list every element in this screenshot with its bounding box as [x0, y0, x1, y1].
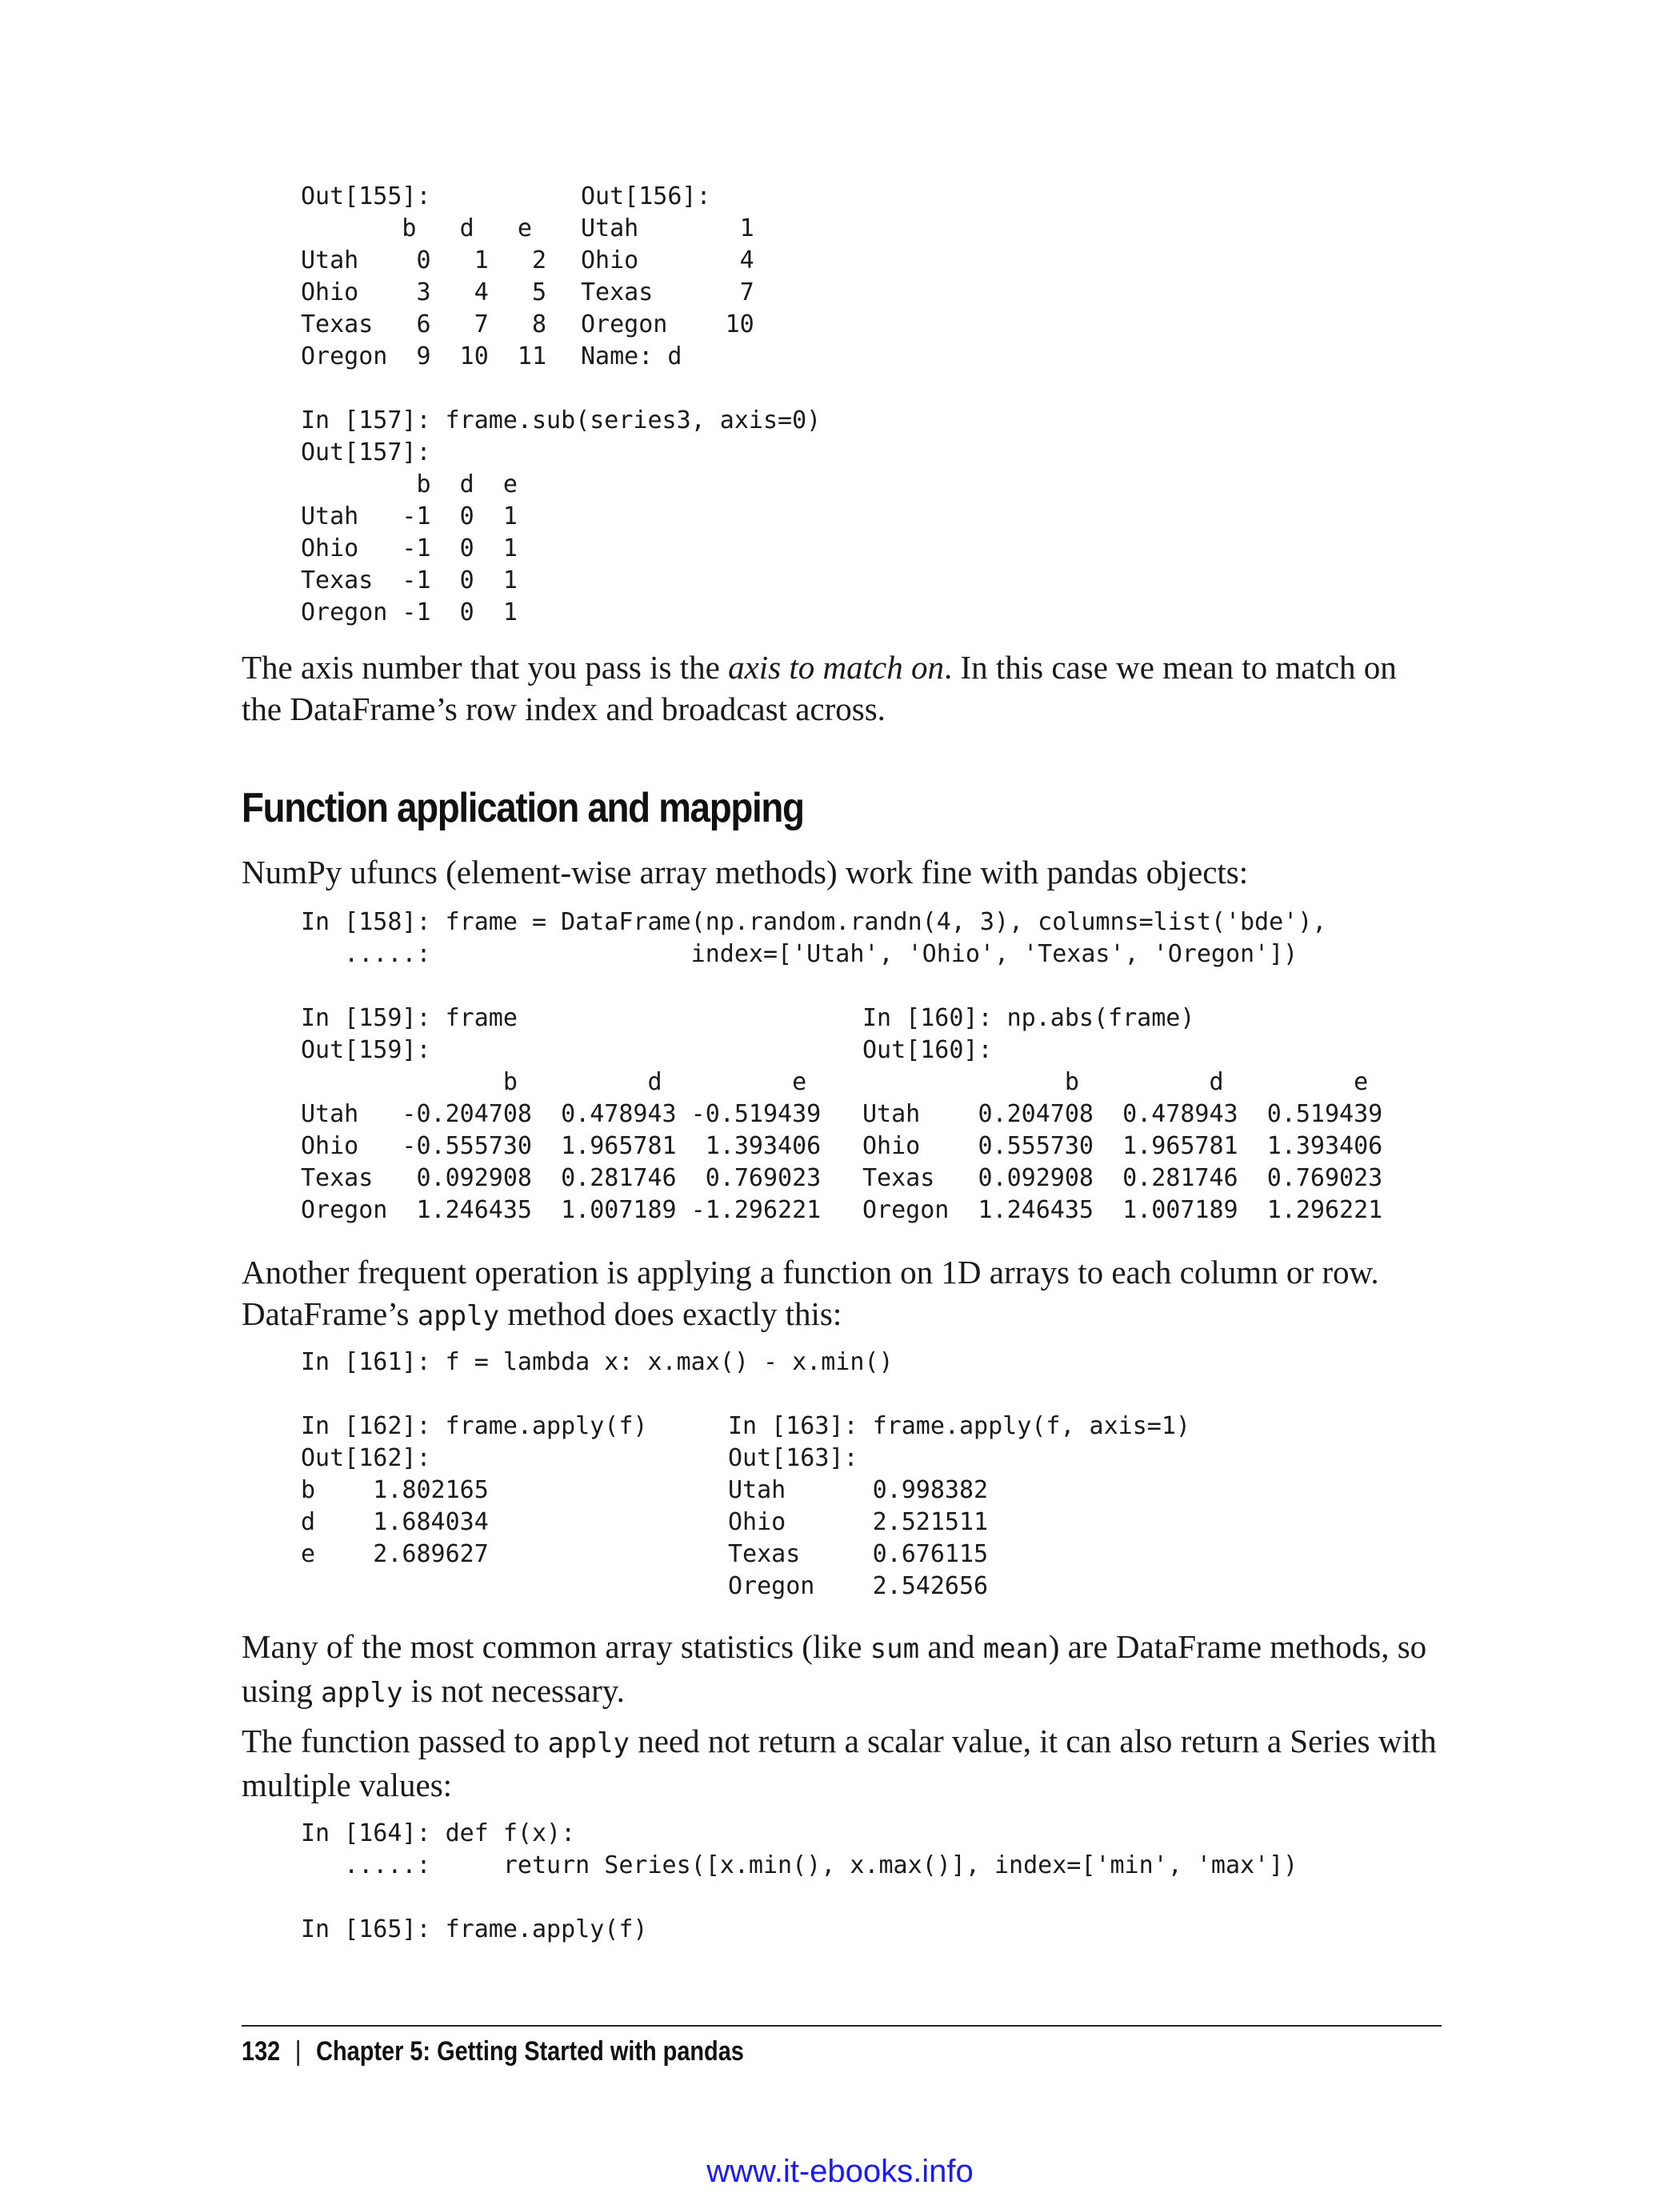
footer-separator: | — [294, 2036, 302, 2067]
paragraph-array-statistics: Many of the most common array statistics… — [242, 1628, 1427, 1709]
watermark-link[interactable]: www.it-ebooks.info — [0, 2154, 1680, 2190]
code-in-161: In [161]: f = lambda x: x.max() - x.min(… — [301, 1348, 894, 1376]
page-number: 132 — [242, 2036, 281, 2067]
page-footer: 132 | Chapter 5: Getting Started with pand… — [242, 2036, 744, 2067]
chapter-title: Chapter 5: Getting Started with pandas — [316, 2036, 744, 2067]
code-in-158: In [158]: frame = DataFrame(np.random.ra… — [301, 908, 1327, 968]
code-in-163: In [163]: frame.apply(f, axis=1) Out[163… — [728, 1412, 1190, 1600]
code-in-164: In [164]: def f(x): .....: return Series… — [301, 1819, 1298, 1879]
section-heading: Function application and mapping — [242, 785, 805, 831]
code-in-162: In [162]: frame.apply(f) Out[162]: b 1.8… — [301, 1412, 648, 1568]
paragraph-numpy-ufuncs: NumPy ufuncs (element-wise array methods… — [242, 854, 1249, 890]
code-in-157: In [157]: frame.sub(series3, axis=0) Out… — [301, 406, 822, 626]
paragraph-apply-return-series: The function passed to apply need not re… — [242, 1723, 1437, 1803]
code-in-160: In [160]: np.abs(frame) Out[160]: b d e … — [862, 1004, 1383, 1224]
paragraph-apply-intro: Another frequent operation is applying a… — [242, 1254, 1379, 1332]
footer-rule — [242, 2025, 1442, 2027]
code-in-159: In [159]: frame Out[159]: b d e Utah -0.… — [301, 1004, 822, 1224]
code-out-155: Out[155]: b d e Utah 0 1 2 Ohio 3 4 5 Te… — [301, 182, 547, 370]
code-out-156: Out[156]: Utah 1 Ohio 4 Texas 7 Oregon 1… — [581, 182, 754, 370]
code-in-165: In [165]: frame.apply(f) — [301, 1915, 648, 1943]
paragraph-axis-match: The axis number that you pass is the axi… — [242, 649, 1397, 727]
